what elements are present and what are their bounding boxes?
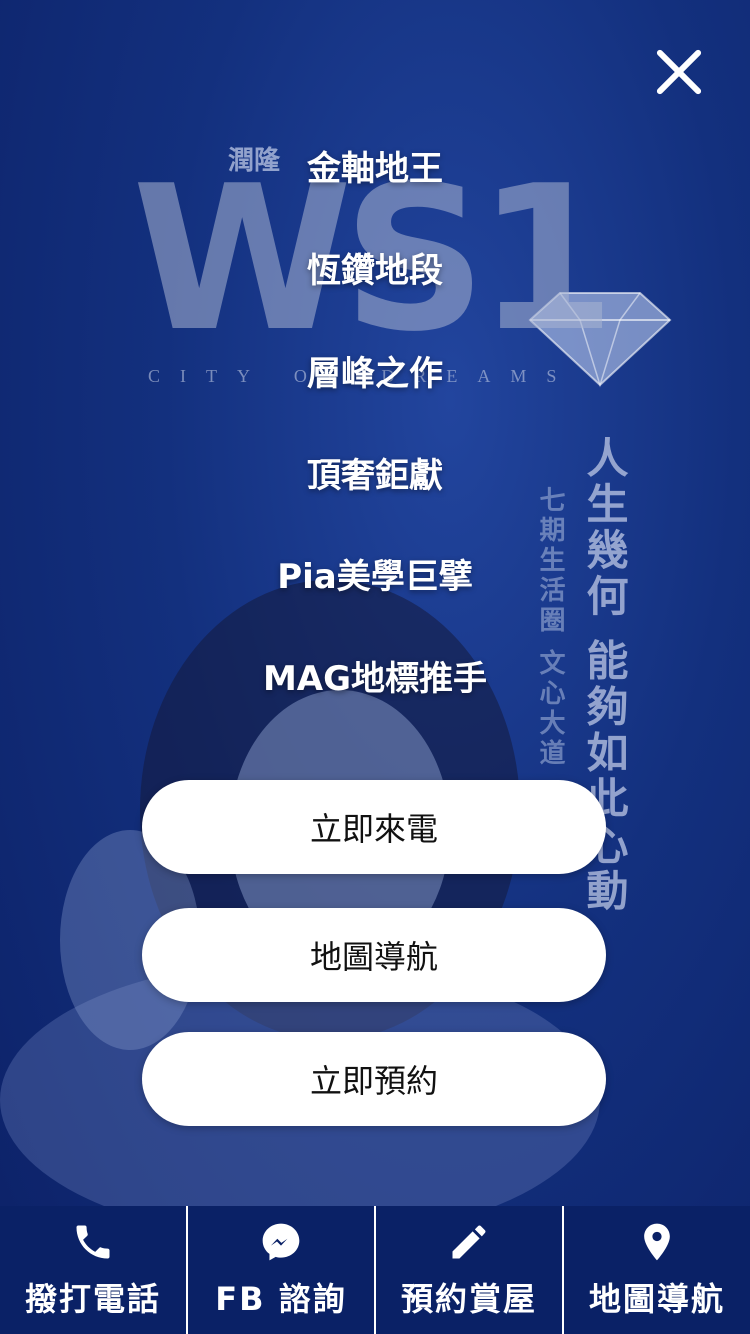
close-button[interactable] (650, 42, 710, 102)
tab-call-label: 撥打電話 (24, 1280, 161, 1318)
menu-item-luxury[interactable]: 頂奢鉅獻 (175, 437, 575, 507)
tab-map[interactable]: 地圖導航 (562, 1206, 750, 1334)
menu-item-pia[interactable]: Pia美學巨擘 (175, 538, 575, 608)
tab-call[interactable]: 撥打電話 (0, 1206, 186, 1334)
messenger-icon (262, 1223, 300, 1261)
bottom-bar: 撥打電話 FB 諮詢 預約賞屋 地圖導航 (0, 1206, 750, 1334)
pencil-icon (452, 1225, 486, 1259)
phone-icon (76, 1225, 110, 1259)
map-pin-icon (644, 1223, 670, 1261)
tab-fb[interactable]: FB 諮詢 (186, 1206, 374, 1334)
menu-item-golden-axis[interactable]: 金軸地王 (175, 130, 575, 200)
menu-item-elite-work[interactable]: 層峰之作 (175, 335, 575, 405)
menu-item-mag[interactable]: MAG地標推手 (175, 640, 575, 710)
tab-booking[interactable]: 預約賞屋 (374, 1206, 562, 1334)
book-now-button[interactable]: 立即預約 (142, 1032, 606, 1126)
tab-booking-label: 預約賞屋 (400, 1280, 537, 1318)
tab-map-label: 地圖導航 (588, 1280, 725, 1318)
call-now-button[interactable]: 立即來電 (142, 780, 606, 874)
tab-fb-label: FB 諮詢 (215, 1280, 347, 1318)
menu-item-diamond-location[interactable]: 恆鑽地段 (175, 232, 575, 302)
map-navigation-button[interactable]: 地圖導航 (142, 908, 606, 1002)
